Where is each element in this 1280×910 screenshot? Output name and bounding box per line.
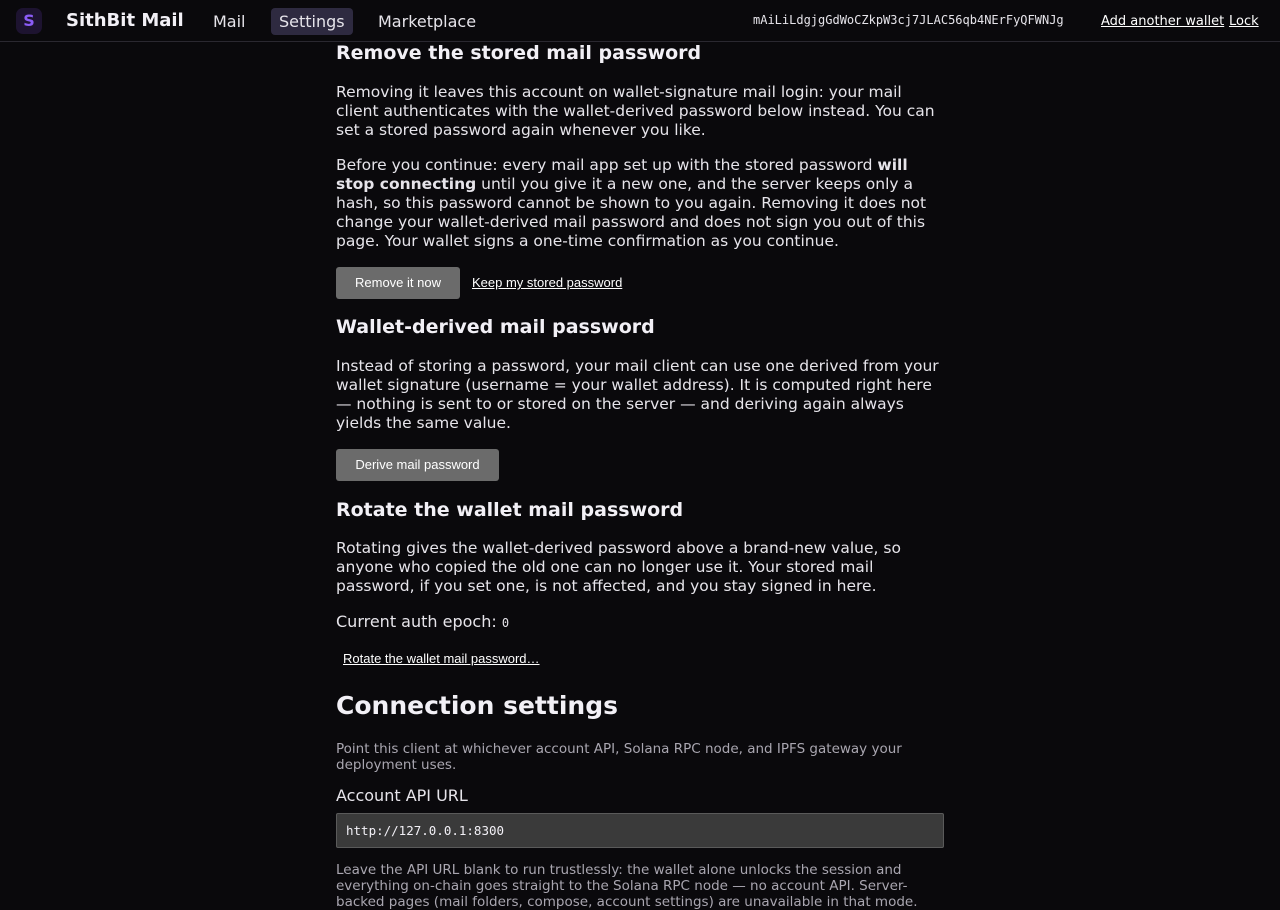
- derived-password-description: Instead of storing a password, your mail…: [336, 357, 939, 432]
- rotate-password-description: Rotating gives the wallet-derived passwo…: [336, 539, 901, 595]
- remove-it-now-button[interactable]: Remove it now: [336, 267, 460, 299]
- derived-password-heading: Wallet-derived mail password: [336, 316, 655, 338]
- wallet-address: mAiLiLdgjgGdWoCZkpW3cj7JLAC56qb4NErFyQFW…: [753, 13, 1064, 27]
- add-wallet-link[interactable]: Add another wallet: [1101, 14, 1224, 29]
- remove-password-description: Removing it leaves this account on walle…: [336, 83, 935, 139]
- app-brand-name[interactable]: SithBit Mail: [66, 10, 184, 31]
- remove-password-heading: Remove the stored mail password: [336, 42, 702, 64]
- derive-mail-password-button[interactable]: Derive mail password: [336, 449, 499, 481]
- nav-marketplace[interactable]: Marketplace: [370, 8, 484, 35]
- lock-link[interactable]: Lock: [1229, 14, 1259, 29]
- rotate-wallet-password-link[interactable]: Rotate the wallet mail password…: [343, 651, 540, 666]
- account-api-url-input[interactable]: http://127.0.0.1:8300: [336, 813, 944, 848]
- remove-password-warning: Before you continue: every mail app set …: [336, 156, 944, 251]
- nav-mail[interactable]: Mail: [205, 8, 254, 35]
- logo-letter: S: [23, 11, 35, 30]
- warning-text-start: Before you continue: every mail app set …: [336, 156, 878, 174]
- connection-settings-description: Point this client at whichever account A…: [336, 741, 902, 773]
- top-navigation-bar: S SithBit Mail Mail Settings Marketplace…: [0, 0, 1280, 42]
- rotate-password-heading: Rotate the wallet mail password: [336, 499, 684, 521]
- keep-stored-password-link[interactable]: Keep my stored password: [472, 275, 622, 290]
- auth-epoch-label: Current auth epoch:: [336, 612, 502, 631]
- account-api-url-help: Leave the API URL blank to run trustless…: [336, 862, 918, 910]
- account-api-url-label: Account API URL: [336, 786, 468, 805]
- auth-epoch-value: 0: [501, 616, 510, 630]
- auth-epoch-line: Current auth epoch: 0: [336, 612, 509, 631]
- nav-settings[interactable]: Settings: [271, 8, 353, 35]
- connection-settings-heading: Connection settings: [336, 691, 618, 720]
- app-logo[interactable]: S: [16, 8, 42, 34]
